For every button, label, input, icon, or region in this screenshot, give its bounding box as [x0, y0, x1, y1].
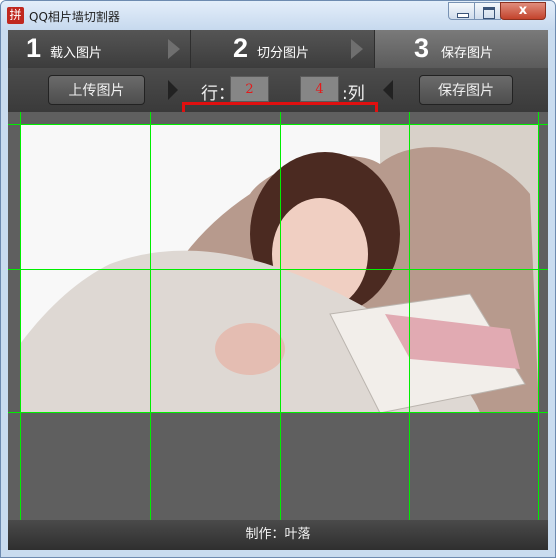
step-3: 3 保存图片	[374, 30, 548, 68]
toolbar: 上传图片 行： 2 4 :列 保存图片	[8, 68, 548, 153]
step-number: 3	[414, 33, 430, 63]
chevron-left-icon	[383, 80, 393, 100]
step-label: 切分图片	[257, 46, 310, 61]
step-bar: 1 载入图片 2 切分图片 3 保存图片	[8, 30, 548, 68]
rows-input[interactable]: 2	[230, 76, 269, 102]
close-icon: x	[518, 3, 528, 18]
minimize-icon	[457, 13, 469, 18]
cols-input[interactable]: 4	[300, 76, 339, 102]
step-1: 1 载入图片	[8, 30, 190, 68]
chevron-right-icon	[168, 39, 180, 59]
minimize-button[interactable]	[448, 2, 475, 20]
grid-line-vertical	[150, 112, 151, 520]
maximize-button[interactable]	[474, 2, 501, 20]
app-icon: 拼	[7, 7, 24, 24]
upload-image-button[interactable]: 上传图片	[48, 75, 145, 105]
client-area: 1 载入图片 2 切分图片 3 保存图片 上传图片 行： 2 4 :列 保存图片	[8, 30, 548, 550]
save-image-button[interactable]: 保存图片	[419, 75, 513, 105]
grid-line-horizontal	[8, 412, 548, 413]
chevron-right-icon	[351, 39, 363, 59]
col-label: :列	[342, 84, 365, 104]
chevron-right-icon	[168, 80, 178, 100]
window-title: QQ相片墙切割器	[29, 10, 120, 24]
step-2: 2 切分图片	[190, 30, 375, 68]
close-button[interactable]: x	[500, 2, 546, 20]
footer-credit: 制作：叶落	[8, 520, 548, 550]
title-bar[interactable]: 拼 QQ相片墙切割器 x	[1, 1, 555, 30]
grid-line-vertical	[20, 112, 21, 520]
grid-line-horizontal	[8, 124, 548, 125]
step-label: 保存图片	[441, 46, 494, 61]
grid-line-horizontal	[8, 269, 548, 270]
step-number: 2	[233, 33, 249, 63]
maximize-icon	[483, 7, 495, 19]
grid-line-vertical	[409, 112, 410, 520]
step-number: 1	[26, 33, 42, 63]
grid-line-vertical	[538, 112, 539, 520]
image-canvas[interactable]	[8, 112, 548, 520]
grid-line-vertical	[280, 112, 281, 520]
app-window: 拼 QQ相片墙切割器 x 1 载入图片 2 切分图片 3 保存图片 上传图片 行…	[0, 0, 556, 558]
step-label: 载入图片	[50, 46, 103, 61]
